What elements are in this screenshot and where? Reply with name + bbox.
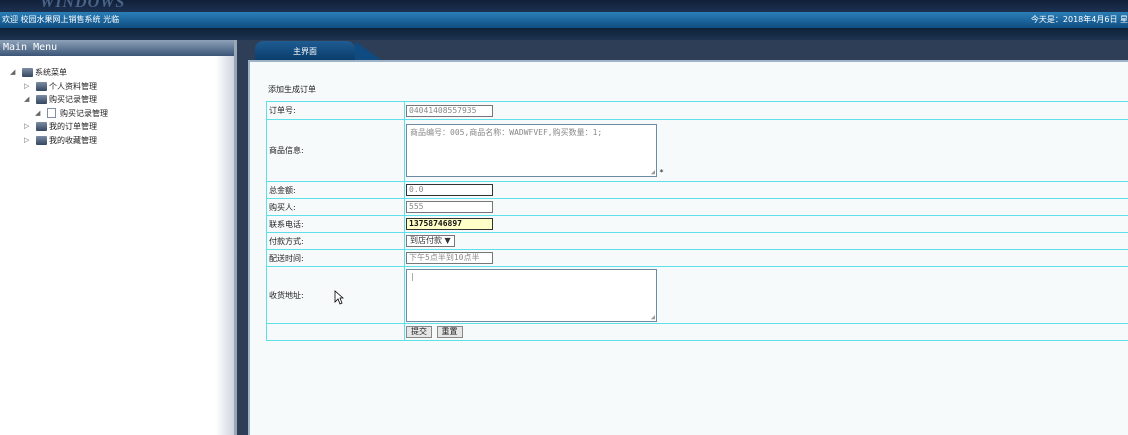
left-menu-panel: Main Menu ◢ 系统菜单 ▷ 个人资料管理 ◢ 购买记录管理 ◢ 购买记录管理 ▷ 我的订… bbox=[0, 40, 237, 435]
resize-grip-icon[interactable]: ◢ bbox=[651, 313, 655, 321]
buyer-input[interactable]: 555 bbox=[406, 201, 493, 213]
required-marker: * bbox=[659, 168, 664, 177]
reset-button[interactable]: 重置 bbox=[436, 326, 463, 338]
collapse-toggle-icon[interactable]: ◢ bbox=[10, 66, 15, 79]
phone-input[interactable]: 13758746897 bbox=[406, 218, 493, 230]
folder-icon bbox=[36, 81, 47, 91]
delivery-time-label: 配送时间: bbox=[266, 249, 405, 267]
goods-info-textarea[interactable]: 商品编号：005,商品名称：WADWFVEF,购买数量：1; ◢ bbox=[406, 124, 657, 177]
folder-icon bbox=[36, 95, 47, 104]
tree-item-label: 个人资料管理 bbox=[49, 81, 97, 91]
address-text: | bbox=[410, 271, 415, 281]
expand-toggle-icon[interactable]: ▷ bbox=[24, 80, 29, 93]
address-textarea[interactable]: | ◢ bbox=[406, 268, 657, 322]
submit-button[interactable]: 提交 bbox=[406, 326, 432, 338]
collapse-toggle-icon[interactable]: ◢ bbox=[35, 107, 40, 120]
buyer-label: 购买人: bbox=[266, 198, 405, 216]
tree-item[interactable]: ▷ 我的订单管理 bbox=[0, 120, 234, 134]
welcome-text: 欢迎 校园水果网上销售系统 光临 bbox=[2, 15, 120, 24]
tree-item-label: 我的收藏管理 bbox=[49, 135, 97, 145]
tree-item-label: 我的订单管理 bbox=[49, 122, 97, 131]
menu-title: Main Menu bbox=[0, 40, 234, 56]
goods-info-text: 商品编号：005,商品名称：WADWFVEF,购买数量：1; bbox=[410, 128, 603, 137]
tree-item-label: 系统菜单 bbox=[35, 68, 67, 77]
payment-select[interactable]: 到店付款 ▼ bbox=[406, 235, 455, 247]
tree-item-label: 购买记录管理 bbox=[60, 108, 108, 118]
order-no-label: 订单号: bbox=[266, 101, 405, 120]
tree-item[interactable]: ▷ 个人资料管理 bbox=[0, 80, 234, 94]
mouse-cursor-icon bbox=[334, 290, 344, 305]
expand-toggle-icon[interactable]: ▷ bbox=[24, 120, 29, 133]
payment-label: 付款方式: bbox=[266, 232, 405, 250]
empty-label-cell bbox=[266, 323, 405, 341]
tree-item[interactable]: ▷ 我的收藏管理 bbox=[0, 134, 234, 148]
folder-icon bbox=[22, 68, 33, 77]
tree-item[interactable]: ◢ 购买记录管理 bbox=[0, 93, 234, 107]
form-title: 添加生成订单 bbox=[268, 85, 316, 94]
tab-main[interactable]: 主界面 bbox=[255, 41, 381, 60]
order-form: 订单号: 04041408557935 商品信息: 商品编号：005,商品名称：… bbox=[266, 101, 1128, 341]
tree-item[interactable]: ◢ 购买记录管理 bbox=[0, 107, 234, 121]
welcome-bar: 欢迎 校园水果网上销售系统 光临 今天是：2018年4月6日 星 bbox=[0, 12, 1128, 28]
tree-item[interactable]: ◢ 系统菜单 bbox=[0, 66, 234, 80]
delivery-time-input[interactable]: 下午5点半到10点半 bbox=[406, 252, 493, 264]
menu-tree: ◢ 系统菜单 ▷ 个人资料管理 ◢ 购买记录管理 ◢ 购买记录管理 ▷ 我的订单管理 ▷ 我的收藏管理 bbox=[0, 56, 234, 147]
folder-icon bbox=[36, 135, 47, 145]
dropdown-arrow-icon: ▼ bbox=[444, 236, 451, 245]
tree-item-label: 购买记录管理 bbox=[49, 95, 97, 104]
phone-label: 联系电话: bbox=[266, 215, 405, 233]
expand-toggle-icon[interactable]: ▷ bbox=[24, 134, 29, 147]
logo: WINDOWS bbox=[40, 0, 126, 11]
payment-selected: 到店付款 bbox=[410, 236, 442, 245]
order-no-input[interactable]: 04041408557935 bbox=[406, 104, 493, 117]
collapse-toggle-icon[interactable]: ◢ bbox=[24, 93, 29, 106]
top-banner: WINDOWS bbox=[0, 0, 1128, 12]
header-band bbox=[0, 28, 1128, 40]
goods-info-label: 商品信息: bbox=[266, 119, 405, 182]
date-text: 今天是：2018年4月6日 星 bbox=[1030, 15, 1128, 24]
total-label: 总金额: bbox=[266, 181, 405, 199]
page-icon bbox=[47, 107, 56, 118]
folder-icon bbox=[36, 122, 47, 131]
total-input[interactable]: 0.0 bbox=[406, 184, 493, 196]
resize-grip-icon[interactable]: ◢ bbox=[651, 168, 655, 176]
